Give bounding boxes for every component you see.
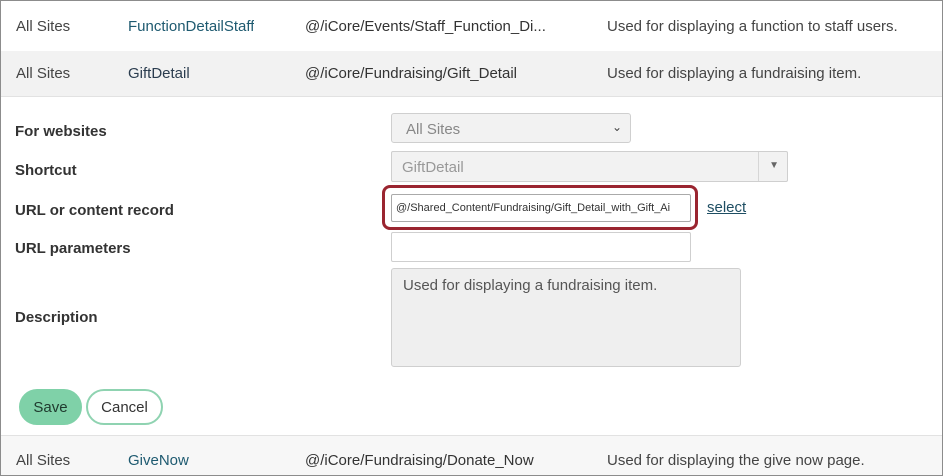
- url-parameters-label: URL parameters: [15, 240, 131, 257]
- table-row-selected[interactable]: All Sites GiftDetail @/iCore/Fundraising…: [1, 51, 942, 97]
- row-site: All Sites: [16, 452, 71, 469]
- shortcuts-panel: All Sites FunctionDetailStaff @/iCore/Ev…: [0, 0, 943, 476]
- chevron-down-icon: ⌄: [611, 120, 622, 134]
- row-description: Used for displaying the give now page.: [607, 452, 865, 469]
- url-input[interactable]: [391, 194, 691, 222]
- description-textarea[interactable]: Used for displaying a fundraising item.: [391, 268, 741, 367]
- shortcut-label: Shortcut: [15, 162, 77, 179]
- combobox-divider: [758, 152, 759, 181]
- select-link[interactable]: select: [707, 199, 746, 216]
- shortcut-combobox-value: GiftDetail: [402, 159, 464, 176]
- cancel-button[interactable]: Cancel: [86, 389, 163, 425]
- description-label: Description: [15, 309, 98, 326]
- url-parameters-input[interactable]: [391, 232, 691, 262]
- row-shortcut: GiftDetail: [128, 65, 190, 82]
- shortcut-combobox[interactable]: GiftDetail ▼: [391, 151, 788, 182]
- row-shortcut-link[interactable]: FunctionDetailStaff: [128, 18, 254, 35]
- table-row[interactable]: All Sites FunctionDetailStaff @/iCore/Ev…: [1, 1, 942, 52]
- caret-down-icon[interactable]: ▼: [769, 160, 779, 171]
- row-url: @/iCore/Fundraising/Gift_Detail: [305, 65, 517, 82]
- table-row[interactable]: All Sites GiveNow @/iCore/Fundraising/Do…: [1, 435, 942, 475]
- websites-label: For websites: [15, 123, 107, 140]
- url-label: URL or content record: [15, 202, 174, 219]
- websites-select[interactable]: All Sites ⌄: [391, 113, 631, 143]
- row-url: @/iCore/Events/Staff_Function_Di...: [305, 18, 546, 35]
- save-button[interactable]: Save: [19, 389, 82, 425]
- row-shortcut-link[interactable]: GiveNow: [128, 452, 189, 469]
- row-site: All Sites: [16, 65, 71, 82]
- row-url: @/iCore/Fundraising/Donate_Now: [305, 452, 534, 469]
- row-description: Used for displaying a function to staff …: [607, 18, 898, 35]
- row-description: Used for displaying a fundraising item.: [607, 65, 862, 82]
- websites-select-value: All Sites: [406, 121, 461, 138]
- row-site: All Sites: [16, 18, 71, 35]
